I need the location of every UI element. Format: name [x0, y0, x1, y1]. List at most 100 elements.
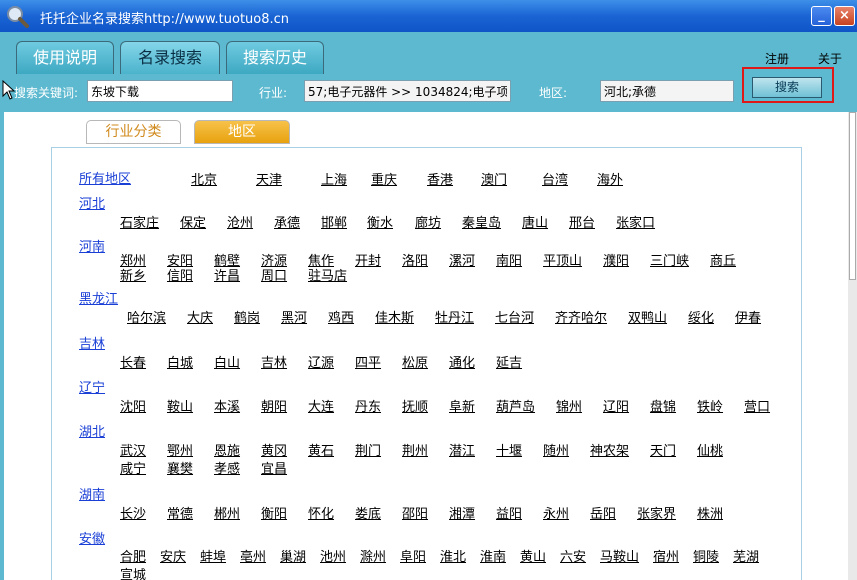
city-link[interactable]: 铁岭: [697, 396, 723, 415]
city-link[interactable]: 沧州: [227, 212, 253, 231]
city-link[interactable]: 周口: [261, 265, 287, 284]
city-link[interactable]: 白山: [214, 352, 240, 371]
city-link[interactable]: 秦皇岛: [462, 212, 501, 231]
city-link[interactable]: 石家庄: [120, 212, 159, 231]
province-link[interactable]: 安徽: [79, 528, 105, 547]
city-link[interactable]: 鞍山: [167, 396, 193, 415]
city-link[interactable]: 绥化: [688, 307, 714, 326]
city-link[interactable]: 巢湖: [280, 546, 306, 565]
city-link[interactable]: 长春: [120, 352, 146, 371]
city-link[interactable]: 盘锦: [650, 396, 676, 415]
city-link[interactable]: 益阳: [496, 503, 522, 522]
city-link[interactable]: 咸宁: [120, 458, 146, 477]
city-link[interactable]: 天门: [650, 440, 676, 459]
city-link[interactable]: 洛阳: [402, 250, 428, 269]
province-link[interactable]: 河北: [79, 193, 105, 212]
city-link[interactable]: 黑河: [281, 307, 307, 326]
city-link[interactable]: 邵阳: [402, 503, 428, 522]
city-link[interactable]: 朝阳: [261, 396, 287, 415]
city-link[interactable]: 松原: [402, 352, 428, 371]
city-link[interactable]: 马鞍山: [600, 546, 639, 565]
city-link[interactable]: 长沙: [120, 503, 146, 522]
city-link[interactable]: 廊坊: [415, 212, 441, 231]
city-link[interactable]: 怀化: [308, 503, 334, 522]
city-link[interactable]: 开封: [355, 250, 381, 269]
city-link[interactable]: 抚顺: [402, 396, 428, 415]
city-link[interactable]: 大连: [308, 396, 334, 415]
industry-field[interactable]: [304, 80, 511, 102]
close-button[interactable]: ×: [834, 6, 855, 26]
city-link[interactable]: 驻马店: [308, 265, 347, 284]
province-link[interactable]: 黑龙江: [79, 288, 118, 307]
city-link[interactable]: 宜昌: [261, 458, 287, 477]
city-link[interactable]: 丹东: [355, 396, 381, 415]
register-link[interactable]: 注册: [765, 50, 789, 67]
city-link[interactable]: 本溪: [214, 396, 240, 415]
city-link[interactable]: 齐齐哈尔: [555, 307, 607, 326]
search-button[interactable]: 搜索: [752, 77, 822, 98]
city-link[interactable]: 潜江: [449, 440, 475, 459]
city-link[interactable]: 淮南: [480, 546, 506, 565]
city-link[interactable]: 承德: [274, 212, 300, 231]
vertical-scrollbar[interactable]: [848, 112, 857, 580]
province-link[interactable]: 湖南: [79, 484, 105, 503]
city-link[interactable]: 伊春: [735, 307, 761, 326]
city-link[interactable]: 佳木斯: [375, 307, 414, 326]
city-link[interactable]: 许昌: [214, 265, 240, 284]
city-link[interactable]: 辽阳: [603, 396, 629, 415]
city-link[interactable]: 新乡: [120, 265, 146, 284]
city-link[interactable]: 黄山: [520, 546, 546, 565]
city-link[interactable]: 三门峡: [650, 250, 689, 269]
province-link[interactable]: 吉林: [79, 333, 105, 352]
city-link[interactable]: 株洲: [697, 503, 723, 522]
city-link[interactable]: 安庆: [160, 546, 186, 565]
city-link[interactable]: 蚌埠: [200, 546, 226, 565]
city-link[interactable]: 牡丹江: [435, 307, 474, 326]
tab-search-history[interactable]: 搜索历史: [226, 41, 324, 74]
city-link[interactable]: 保定: [180, 212, 206, 231]
city-link[interactable]: 信阳: [167, 265, 193, 284]
city-link[interactable]: 黄冈: [261, 440, 287, 459]
city-link[interactable]: 葫芦岛: [496, 396, 535, 415]
city-link[interactable]: 鄂州: [167, 440, 193, 459]
city-link[interactable]: 滁州: [360, 546, 386, 565]
city-link[interactable]: 郴州: [214, 503, 240, 522]
all-regions-link[interactable]: 所有地区: [79, 168, 131, 187]
city-link[interactable]: 上海: [321, 169, 347, 188]
city-link[interactable]: 十堰: [496, 440, 522, 459]
city-link[interactable]: 亳州: [240, 546, 266, 565]
city-link[interactable]: 濮阳: [603, 250, 629, 269]
city-link[interactable]: 天津: [256, 169, 282, 188]
city-link[interactable]: 恩施: [214, 440, 240, 459]
city-link[interactable]: 永州: [543, 503, 569, 522]
city-link[interactable]: 大庆: [187, 307, 213, 326]
city-link[interactable]: 南阳: [496, 250, 522, 269]
province-link[interactable]: 河南: [79, 236, 105, 255]
city-link[interactable]: 淮北: [440, 546, 466, 565]
city-link[interactable]: 哈尔滨: [127, 307, 166, 326]
city-link[interactable]: 吉林: [261, 352, 287, 371]
city-link[interactable]: 襄樊: [167, 458, 193, 477]
city-link[interactable]: 芜湖: [733, 546, 759, 565]
city-link[interactable]: 商丘: [710, 250, 736, 269]
city-link[interactable]: 常德: [167, 503, 193, 522]
city-link[interactable]: 宣城: [120, 564, 146, 580]
city-link[interactable]: 邢台: [569, 212, 595, 231]
scrollbar-thumb[interactable]: [849, 112, 856, 280]
city-link[interactable]: 随州: [543, 440, 569, 459]
city-link[interactable]: 阜新: [449, 396, 475, 415]
province-link[interactable]: 辽宁: [79, 377, 105, 396]
city-link[interactable]: 武汉: [120, 440, 146, 459]
city-link[interactable]: 神农架: [590, 440, 629, 459]
city-link[interactable]: 黄石: [308, 440, 334, 459]
city-link[interactable]: 海外: [597, 169, 623, 188]
city-link[interactable]: 锦州: [556, 396, 582, 415]
subtab-industry-category[interactable]: 行业分类: [86, 120, 181, 144]
city-link[interactable]: 衡水: [367, 212, 393, 231]
minimize-button[interactable]: _: [811, 6, 832, 26]
city-link[interactable]: 七台河: [495, 307, 534, 326]
city-link[interactable]: 重庆: [371, 169, 397, 188]
city-link[interactable]: 辽源: [308, 352, 334, 371]
city-link[interactable]: 四平: [355, 352, 381, 371]
city-link[interactable]: 澳门: [481, 169, 507, 188]
